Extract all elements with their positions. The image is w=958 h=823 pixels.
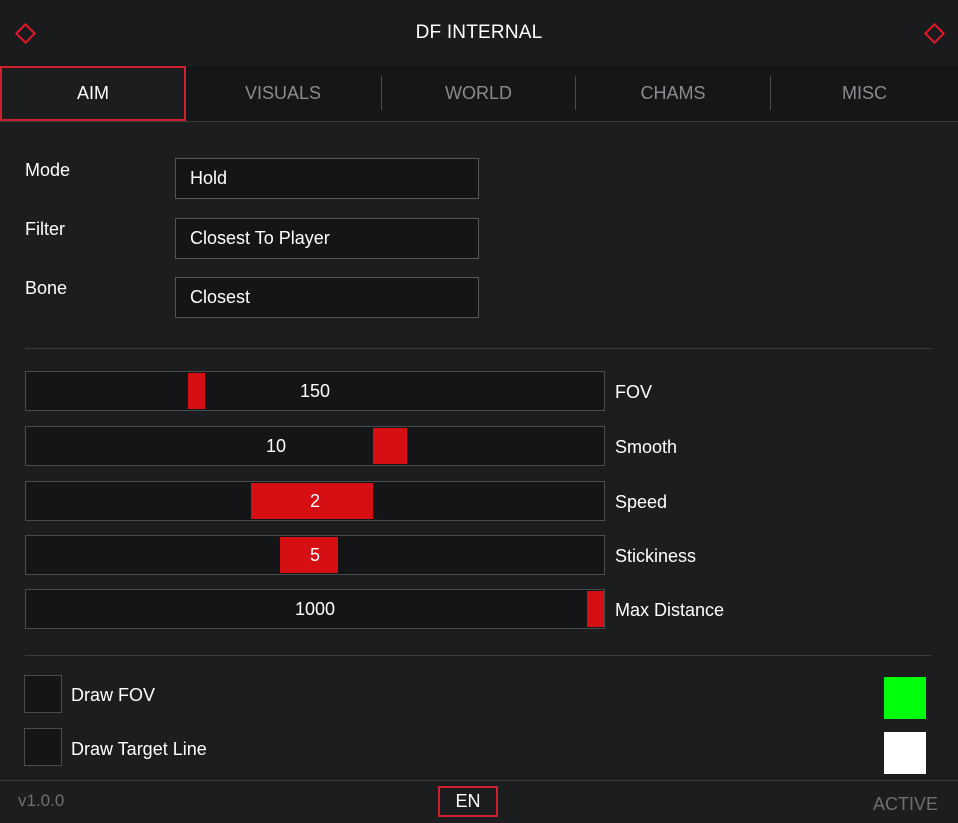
filter-label: Filter: [25, 219, 65, 239]
slider-value: 1000: [294, 599, 336, 619]
slider-value: 10: [265, 436, 287, 456]
draw-target-line-label: Draw Target Line: [71, 739, 207, 759]
slider-value: 2: [309, 491, 320, 511]
section-divider: [25, 348, 932, 349]
bone-dropdown[interactable]: Closest: [175, 277, 479, 318]
tab-chams[interactable]: CHAMS: [576, 66, 770, 121]
tab-bar: AIM VISUALS WORLD CHAMS MISC: [0, 66, 958, 122]
tab-world[interactable]: WORLD: [382, 66, 575, 121]
stickiness-label: Stickiness: [615, 546, 697, 566]
smooth-label: Smooth: [615, 437, 678, 457]
mode-dropdown[interactable]: Hold: [175, 158, 479, 199]
slider-value: 5: [309, 545, 320, 565]
window-title: DF INTERNAL: [415, 22, 543, 43]
target-line-color-picker[interactable]: [884, 732, 926, 774]
speed-slider[interactable]: 2: [25, 481, 605, 521]
filter-dropdown[interactable]: Closest To Player: [175, 218, 479, 259]
smooth-slider[interactable]: 10: [25, 426, 605, 466]
max-distance-slider[interactable]: 1000: [25, 589, 605, 629]
section-divider: [25, 655, 932, 656]
draw-target-line-checkbox[interactable]: [24, 728, 62, 766]
fov-slider[interactable]: 150: [25, 371, 605, 411]
draw-fov-label: Draw FOV: [71, 685, 156, 705]
version-label: v1.0.0: [18, 791, 65, 810]
tab-misc[interactable]: MISC: [771, 66, 958, 121]
max-distance-label: Max Distance: [615, 600, 725, 620]
tab-visuals[interactable]: VISUALS: [186, 66, 380, 121]
fov-color-picker[interactable]: [884, 677, 926, 719]
footer: v1.0.0 EN ACTIVE: [0, 780, 958, 823]
status-label: ACTIVE: [873, 794, 939, 814]
stickiness-slider[interactable]: 5: [25, 535, 605, 575]
bone-label: Bone: [25, 278, 68, 298]
language-button[interactable]: EN: [438, 786, 498, 817]
speed-label: Speed: [615, 492, 668, 512]
fov-label: FOV: [615, 382, 653, 402]
slider-value: 150: [299, 381, 331, 401]
draw-fov-checkbox[interactable]: [24, 675, 62, 713]
title-bar: DF INTERNAL: [0, 0, 958, 66]
tab-aim[interactable]: AIM: [0, 66, 186, 121]
mode-label: Mode: [25, 160, 71, 180]
